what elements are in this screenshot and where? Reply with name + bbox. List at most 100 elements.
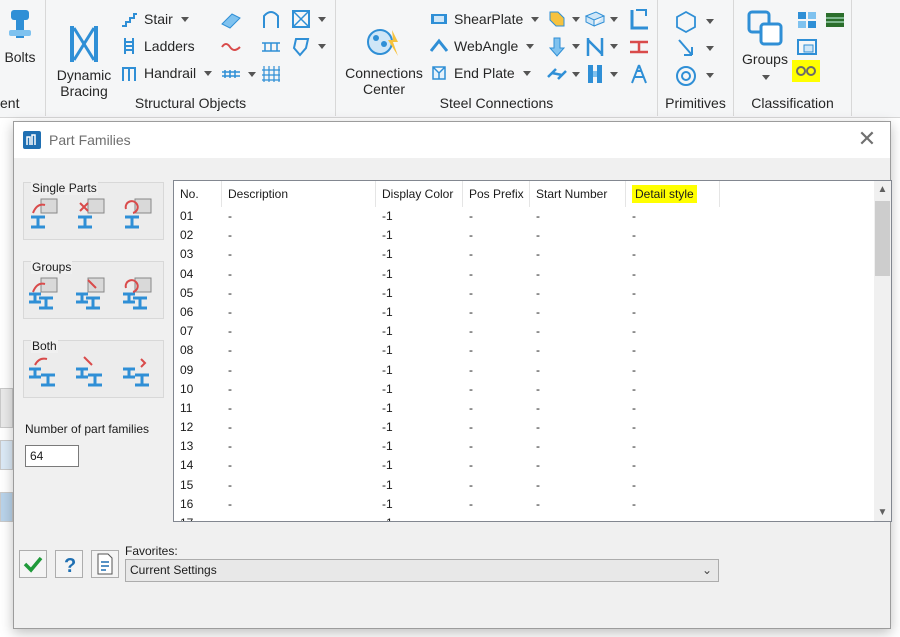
table-cell[interactable]: 05	[174, 284, 222, 303]
column-header[interactable]: Start Number	[530, 181, 626, 207]
haunch-icon[interactable]	[628, 36, 650, 58]
shear-plate-button[interactable]: ShearPlate	[430, 8, 540, 30]
table-cell[interactable]: -1	[376, 437, 463, 456]
table-cell[interactable]: -1	[376, 245, 463, 264]
table-cell[interactable]: -	[626, 380, 720, 399]
table-cell[interactable]: 14	[174, 456, 222, 475]
table-cell[interactable]: -	[626, 207, 720, 226]
chevron-down-icon[interactable]	[531, 16, 540, 22]
table-cell[interactable]: -1	[376, 265, 463, 284]
table-cell[interactable]: -	[463, 380, 530, 399]
chevron-down-icon[interactable]	[318, 44, 326, 49]
table-cell[interactable]: -1	[376, 456, 463, 475]
table-cell[interactable]: -	[222, 322, 376, 341]
table-cell[interactable]: 02	[174, 226, 222, 245]
table-cell[interactable]: -	[626, 437, 720, 456]
table-cell[interactable]: -	[463, 265, 530, 284]
single-part-add-icon[interactable]	[27, 197, 61, 231]
table-cell[interactable]: -	[530, 284, 626, 303]
table-cell[interactable]: -	[530, 303, 626, 322]
column-header[interactable]: Pos Prefix	[463, 181, 530, 207]
tower-icon[interactable]	[628, 63, 650, 85]
group-remove-icon[interactable]	[74, 276, 108, 310]
table-cell[interactable]: -	[222, 476, 376, 495]
arch-icon[interactable]	[260, 8, 282, 30]
table-row[interactable]: 16- -1- - -	[174, 495, 874, 514]
table-cell[interactable]: -	[222, 437, 376, 456]
table-row[interactable]: 02- -1- - -	[174, 226, 874, 245]
table-cell[interactable]: -1	[376, 514, 463, 521]
base-plate-icon[interactable]	[546, 36, 568, 58]
table-cell[interactable]: -	[463, 456, 530, 475]
table-cell[interactable]: -1	[376, 476, 463, 495]
chevron-down-icon[interactable]: ⌄	[702, 560, 712, 581]
table-cell[interactable]: -	[530, 341, 626, 360]
table-row[interactable]: 10- -1- - -	[174, 380, 874, 399]
table-cell[interactable]: -	[530, 399, 626, 418]
ok-button[interactable]	[19, 550, 47, 578]
groups-button[interactable]: Groups	[740, 8, 790, 83]
chevron-down-icon[interactable]	[610, 72, 618, 77]
table-cell[interactable]: -	[530, 456, 626, 475]
table-cell[interactable]: -1	[376, 361, 463, 380]
table-row[interactable]: 06- -1- - -	[174, 303, 874, 322]
table-cell[interactable]: -	[463, 437, 530, 456]
table-cell[interactable]: -	[463, 341, 530, 360]
brace-connection-icon[interactable]	[584, 36, 606, 58]
table-cell[interactable]: -1	[376, 207, 463, 226]
table-cell[interactable]: -1	[376, 226, 463, 245]
table-cell[interactable]: 17	[174, 514, 222, 521]
table-cell[interactable]: -	[530, 265, 626, 284]
table-cell[interactable]: -	[530, 322, 626, 341]
table-cell[interactable]: -	[530, 476, 626, 495]
handrail-button[interactable]: Handrail	[120, 62, 213, 84]
table-cell[interactable]: -1	[376, 495, 463, 514]
table-cell[interactable]: -	[222, 226, 376, 245]
table-row[interactable]: 15- -1- - -	[174, 476, 874, 495]
table-cell[interactable]: -	[530, 418, 626, 437]
table-row[interactable]: 04- -1- - -	[174, 265, 874, 284]
table-cell[interactable]: 15	[174, 476, 222, 495]
table-cell[interactable]: -	[463, 245, 530, 264]
table-cell[interactable]	[530, 514, 626, 521]
table-cell[interactable]: -	[626, 476, 720, 495]
table-cell[interactable]: -	[626, 303, 720, 322]
table-cell[interactable]	[463, 514, 530, 521]
group-refresh-icon[interactable]	[121, 276, 155, 310]
chevron-down-icon[interactable]	[706, 73, 714, 78]
table-cell[interactable]: -	[222, 265, 376, 284]
table-cell[interactable]: -	[463, 207, 530, 226]
mesh-icon[interactable]	[260, 64, 282, 84]
table-cell[interactable]: -	[463, 361, 530, 380]
wave-plate-icon[interactable]	[220, 37, 242, 57]
table-cell[interactable]: -1	[376, 399, 463, 418]
window-icon[interactable]	[796, 37, 818, 57]
table-row[interactable]: 09- -1- - -	[174, 361, 874, 380]
table-cell[interactable]: -	[222, 284, 376, 303]
both-remove-icon[interactable]	[74, 355, 108, 389]
single-part-remove-icon[interactable]	[74, 197, 108, 231]
table-cell[interactable]: -	[530, 207, 626, 226]
table-cell[interactable]: 09	[174, 361, 222, 380]
table-cell[interactable]: -1	[376, 380, 463, 399]
chevron-down-icon[interactable]	[706, 19, 714, 24]
beam-connection-icon[interactable]	[584, 8, 606, 30]
table-cell[interactable]: -	[626, 284, 720, 303]
column-header[interactable]: Description	[222, 181, 376, 207]
box-cross-icon[interactable]	[290, 8, 312, 30]
table-row[interactable]: 11- -1- - -	[174, 399, 874, 418]
column-header[interactable]: Detail style	[626, 181, 720, 207]
plate-icon[interactable]	[220, 10, 242, 30]
table-cell[interactable]: -	[222, 361, 376, 380]
part-families-icon[interactable]	[796, 10, 818, 30]
table-cell[interactable]: -	[626, 322, 720, 341]
table-cell[interactable]: 16	[174, 495, 222, 514]
column-splice-icon[interactable]	[584, 63, 606, 85]
table-cell[interactable]: -1	[376, 303, 463, 322]
grating-icon[interactable]	[220, 64, 242, 84]
table-cell[interactable]: 11	[174, 399, 222, 418]
chevron-down-icon[interactable]	[706, 46, 714, 51]
table-cell[interactable]: 03	[174, 245, 222, 264]
table-cell[interactable]: -	[463, 303, 530, 322]
table-cell[interactable]: -	[626, 399, 720, 418]
